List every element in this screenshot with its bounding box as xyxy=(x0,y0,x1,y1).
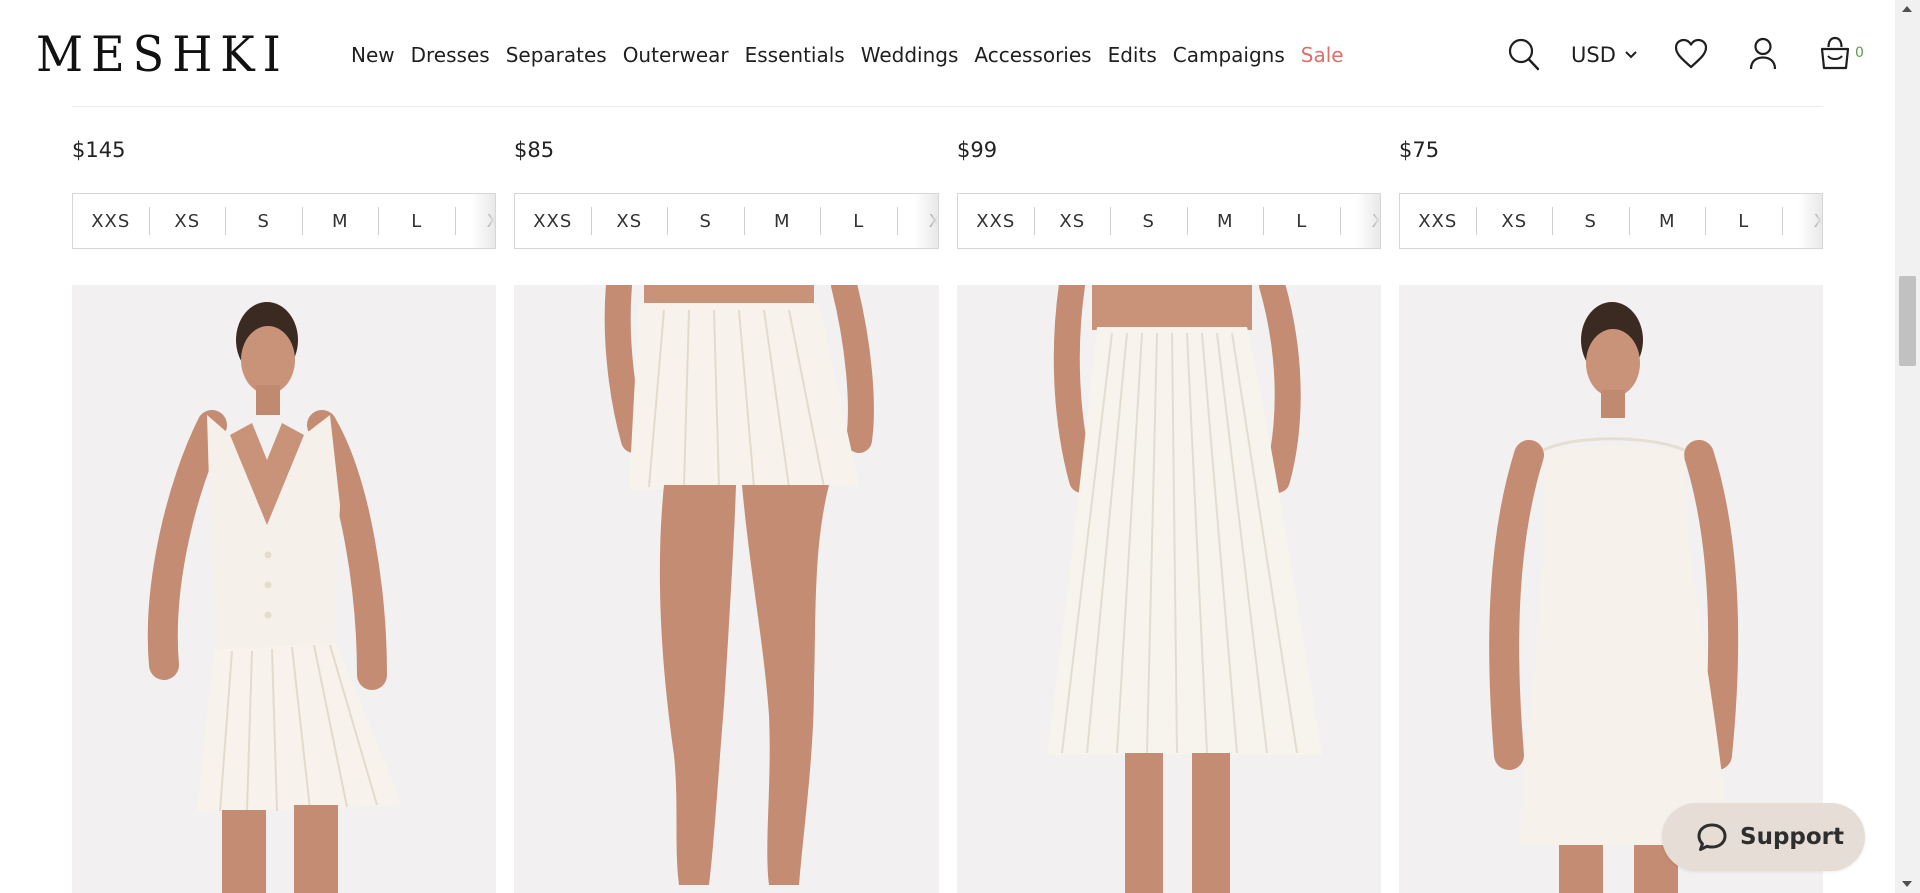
size-option-l[interactable]: L xyxy=(1706,207,1783,235)
size-option-xxs[interactable]: XXS xyxy=(73,207,150,235)
size-option-s[interactable]: S xyxy=(668,207,745,235)
size-option-xs[interactable]: XS xyxy=(150,207,226,235)
site-header: MESHKI New Dresses Separates Outerwear E… xyxy=(0,0,1895,108)
size-selector: XXS XS S M L X xyxy=(72,193,496,249)
product-image[interactable] xyxy=(72,285,496,893)
size-option-xxs[interactable]: XXS xyxy=(958,207,1035,235)
product-price: $75 xyxy=(1399,138,1440,162)
scroll-down-arrow[interactable] xyxy=(1902,881,1912,887)
support-chat-button[interactable]: Support xyxy=(1662,803,1865,871)
size-selector: XXS XS S M L X xyxy=(514,193,939,249)
product-price: $145 xyxy=(72,138,126,162)
size-option-l[interactable]: L xyxy=(379,207,456,235)
nav-item-edits[interactable]: Edits xyxy=(1108,40,1157,70)
header-divider xyxy=(72,106,1823,107)
scroll-fade xyxy=(1798,194,1822,248)
cart-count: 0 xyxy=(1855,45,1864,61)
size-option-s[interactable]: S xyxy=(1553,207,1630,235)
product-price: $99 xyxy=(957,138,998,162)
size-option-xxs[interactable]: XXS xyxy=(1400,207,1477,235)
size-option-m[interactable]: M xyxy=(303,207,379,235)
nav-item-dresses[interactable]: Dresses xyxy=(411,40,490,70)
size-option-l[interactable]: L xyxy=(821,207,898,235)
size-selector: XXS XS S M L X xyxy=(1399,193,1823,249)
product-image[interactable] xyxy=(514,285,939,893)
size-option-m[interactable]: M xyxy=(1188,207,1264,235)
product-image[interactable] xyxy=(957,285,1381,893)
brand-logo[interactable]: MESHKI xyxy=(36,25,289,84)
size-option-m[interactable]: M xyxy=(745,207,821,235)
nav-item-outerwear[interactable]: Outerwear xyxy=(623,40,729,70)
size-option-xs[interactable]: XS xyxy=(592,207,668,235)
nav-item-new[interactable]: New xyxy=(351,40,395,70)
nav-item-essentials[interactable]: Essentials xyxy=(745,40,845,70)
support-label: Support xyxy=(1740,824,1845,850)
user-icon[interactable] xyxy=(1749,37,1777,75)
product-image[interactable] xyxy=(1399,285,1823,893)
size-option-xs[interactable]: XS xyxy=(1477,207,1553,235)
page-scrollbar[interactable] xyxy=(1895,0,1920,893)
currency-selector[interactable]: USD xyxy=(1571,40,1638,70)
size-option-m[interactable]: M xyxy=(1630,207,1706,235)
product-price: $85 xyxy=(514,138,555,162)
nav-item-separates[interactable]: Separates xyxy=(506,40,607,70)
chat-bubble-icon xyxy=(1697,823,1727,851)
size-selector: XXS XS S M L X xyxy=(957,193,1381,249)
scroll-fade xyxy=(1356,194,1380,248)
nav-item-campaigns[interactable]: Campaigns xyxy=(1173,40,1285,70)
size-option-xxs[interactable]: XXS xyxy=(515,207,592,235)
nav-item-weddings[interactable]: Weddings xyxy=(861,40,959,70)
size-option-s[interactable]: S xyxy=(1111,207,1188,235)
main-nav: New Dresses Separates Outerwear Essentia… xyxy=(351,40,1360,70)
chevron-down-icon xyxy=(1625,51,1637,59)
size-option-s[interactable]: S xyxy=(226,207,303,235)
search-icon[interactable] xyxy=(1508,38,1540,76)
scroll-thumb[interactable] xyxy=(1899,276,1916,366)
nav-item-accessories[interactable]: Accessories xyxy=(974,40,1091,70)
bag-icon[interactable] xyxy=(1819,36,1851,74)
scroll-fade xyxy=(914,194,938,248)
heart-icon[interactable] xyxy=(1674,38,1708,74)
scroll-up-arrow[interactable] xyxy=(1902,6,1912,12)
size-option-l[interactable]: L xyxy=(1264,207,1341,235)
scroll-fade xyxy=(471,194,495,248)
nav-item-sale[interactable]: Sale xyxy=(1301,40,1344,70)
currency-label: USD xyxy=(1571,43,1616,67)
size-option-xs[interactable]: XS xyxy=(1035,207,1111,235)
